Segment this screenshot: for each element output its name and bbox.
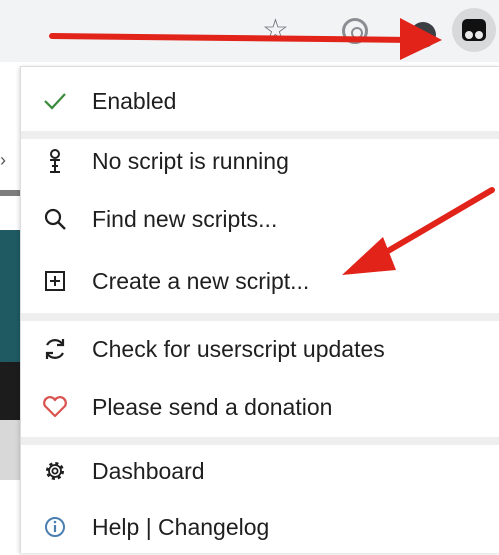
arrow-to-extension-icon bbox=[49, 18, 442, 60]
arrow-to-create-script bbox=[342, 187, 495, 275]
annotation-arrows bbox=[49, 18, 495, 275]
